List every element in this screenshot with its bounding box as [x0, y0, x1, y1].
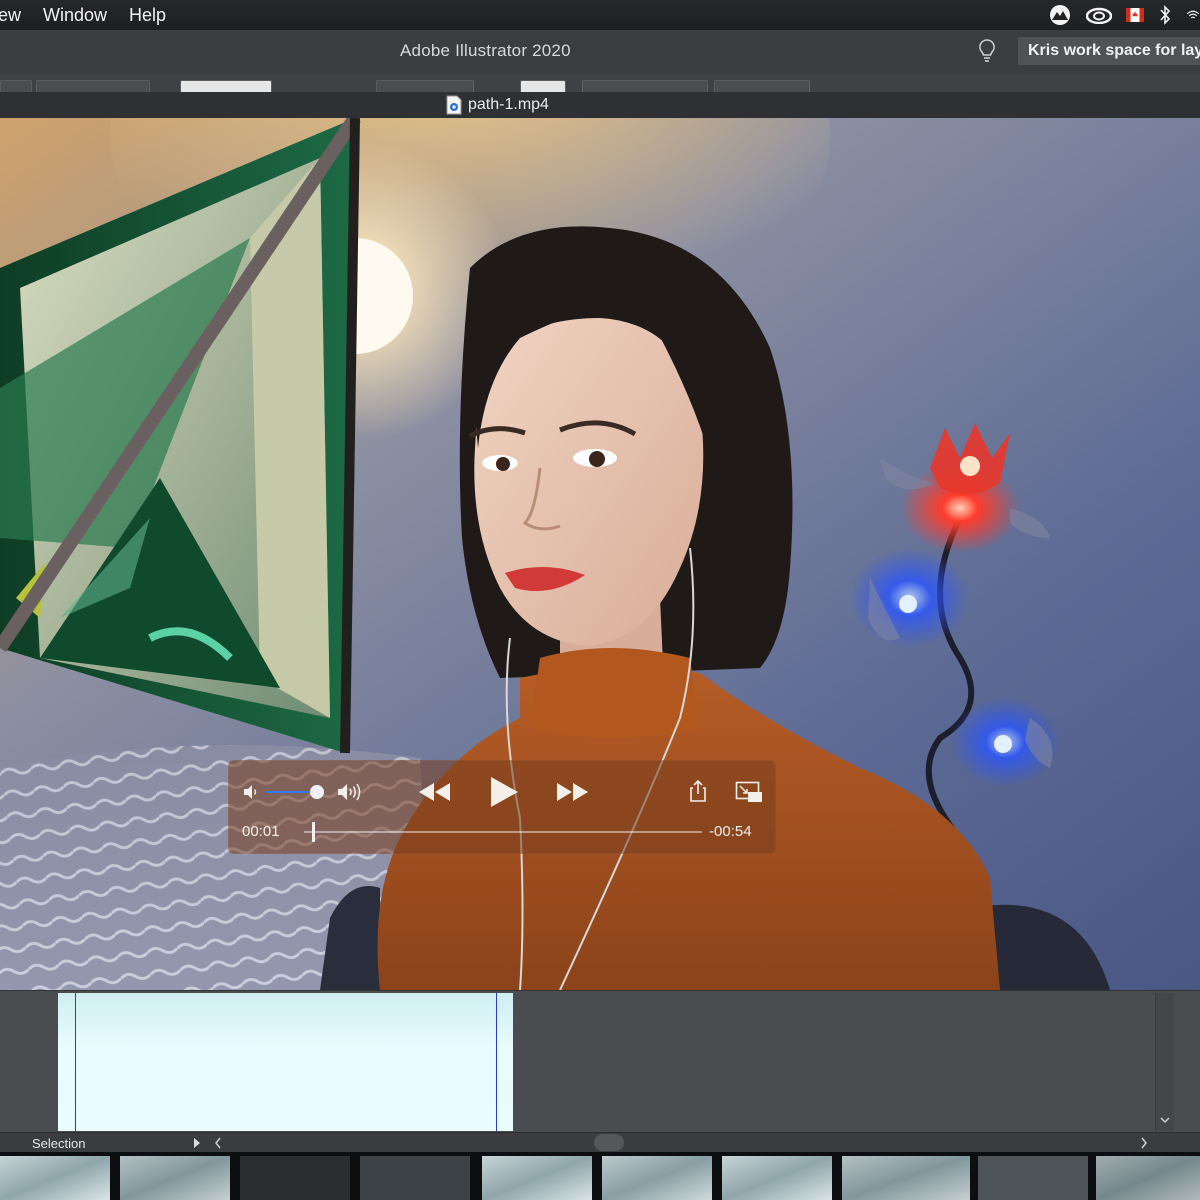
picture-in-picture-icon[interactable] [735, 781, 763, 803]
remaining-time: -00:54 [709, 823, 752, 840]
filmstrip-frame[interactable] [240, 1156, 350, 1200]
volume-low-icon[interactable] [242, 783, 260, 801]
playback-controls: 00:01 -00:54 [228, 760, 776, 854]
clip-out-marker[interactable] [496, 993, 497, 1131]
wifi-icon[interactable] [1186, 6, 1200, 24]
filmstrip-frame[interactable] [360, 1156, 470, 1200]
workspace-switcher[interactable]: Kris work space for lay [1018, 37, 1200, 65]
lightbulb-icon[interactable] [978, 38, 996, 69]
play-icon[interactable] [489, 776, 519, 808]
status-bar: Selection [0, 1132, 1200, 1153]
app-title-bar: Adobe Illustrator 2020 Kris work space f… [0, 30, 1200, 75]
selected-clip[interactable] [58, 993, 513, 1131]
bluetooth-icon[interactable] [1158, 5, 1172, 25]
filmstrip-frame[interactable] [842, 1156, 970, 1200]
control-field[interactable] [376, 80, 474, 92]
rewind-icon[interactable] [418, 782, 452, 802]
control-field[interactable] [714, 80, 810, 92]
status-icons [1034, 0, 1200, 30]
vertical-scrollbar[interactable] [1155, 993, 1174, 1131]
scrubber-track[interactable] [304, 831, 702, 833]
timeline-panel [0, 990, 1200, 1133]
clip-in-marker[interactable] [75, 993, 76, 1131]
volume-high-icon[interactable] [336, 781, 364, 803]
thumbnail-filmstrip [0, 1152, 1200, 1200]
control-field[interactable] [582, 80, 708, 92]
video-canvas[interactable]: 00:01 -00:54 [0, 118, 1200, 990]
menu-bar: iew Window Help [0, 0, 1200, 30]
volume-slider-thumb[interactable] [310, 785, 324, 799]
control-field[interactable] [0, 80, 32, 92]
filmstrip-frame[interactable] [722, 1156, 832, 1200]
menu-window[interactable]: Window [43, 0, 107, 30]
document-tab[interactable]: path-1.mp4 [446, 95, 549, 115]
creative-cloud-icon[interactable] [1086, 6, 1112, 24]
document-tab-label: path-1.mp4 [468, 96, 549, 113]
filmstrip-frame[interactable] [978, 1156, 1088, 1200]
menu-view[interactable]: iew [0, 0, 21, 30]
current-time: 00:01 [242, 823, 280, 840]
control-bar [0, 74, 1200, 92]
chevron-right-icon[interactable] [1138, 1136, 1150, 1150]
canada-flag-icon[interactable] [1126, 8, 1144, 22]
chevron-down-icon[interactable] [1156, 1111, 1174, 1129]
fast-forward-icon[interactable] [555, 782, 589, 802]
video-file-icon [446, 95, 462, 115]
filmstrip-frame[interactable] [602, 1156, 712, 1200]
scrubber-playhead[interactable] [312, 822, 315, 842]
menu-help[interactable]: Help [129, 0, 166, 30]
status-menu-arrow-icon[interactable] [191, 1136, 203, 1150]
cloud-app-icon[interactable] [1048, 5, 1072, 25]
chevron-left-icon[interactable] [212, 1136, 224, 1150]
horizontal-scroll-thumb[interactable] [594, 1134, 624, 1151]
share-icon[interactable] [689, 779, 707, 803]
current-tool-label: Selection [32, 1136, 86, 1151]
control-field[interactable] [520, 80, 566, 92]
filmstrip-frame[interactable] [482, 1156, 592, 1200]
control-field[interactable] [180, 80, 272, 92]
filmstrip-frame[interactable] [0, 1156, 110, 1200]
app-title: Adobe Illustrator 2020 [400, 41, 571, 60]
document-tab-bar: path-1.mp4 [0, 92, 1200, 119]
filmstrip-frame[interactable] [120, 1156, 230, 1200]
control-field[interactable] [36, 80, 150, 92]
filmstrip-frame[interactable] [1096, 1156, 1200, 1200]
